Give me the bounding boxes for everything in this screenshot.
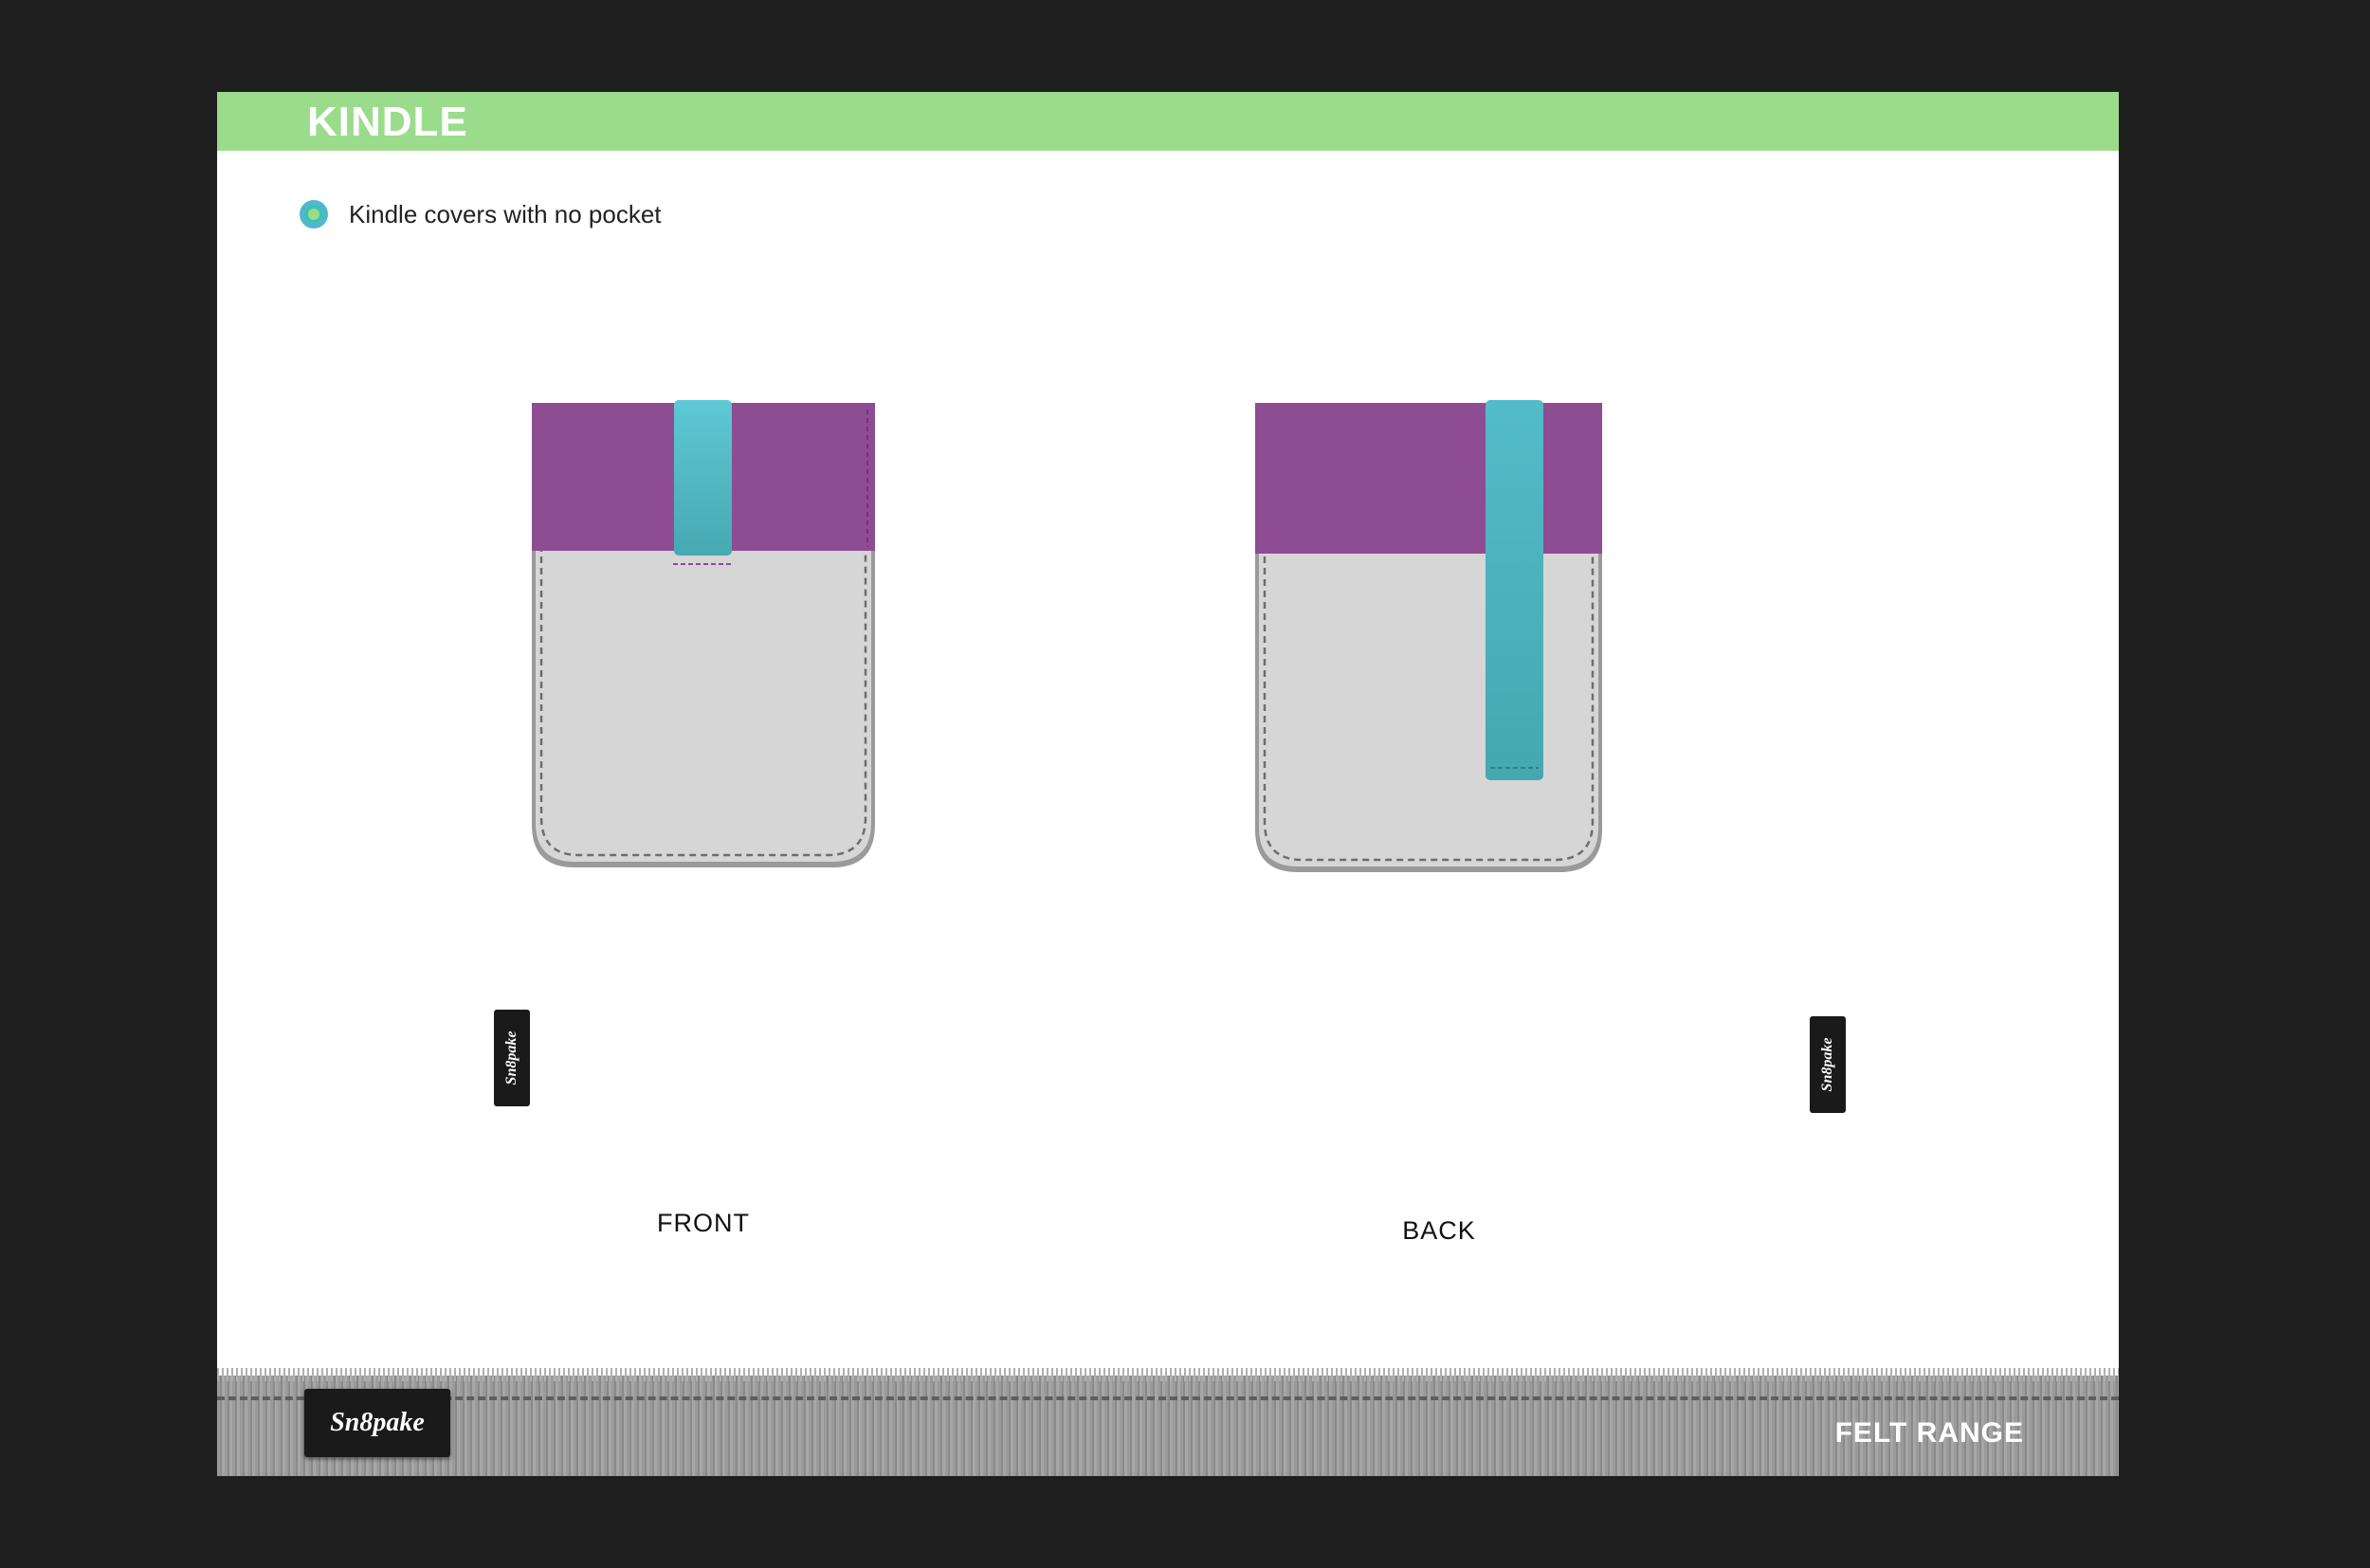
stitch-line [217, 1396, 2119, 1400]
back-sleeve-image [1253, 400, 1604, 874]
header-bar: KINDLE [217, 92, 2119, 151]
catalog-page: KINDLE Kindle covers with no pocket Sn8p… [217, 92, 2119, 1476]
bullet-dot-icon [300, 200, 328, 228]
range-label: FELT RANGE [1834, 1417, 2024, 1449]
page-title: KINDLE [307, 99, 468, 145]
back-caption: BACK [1402, 1216, 1476, 1245]
felt-fringe [217, 1368, 2119, 1381]
front-brand-tag: Sn8pake [494, 1010, 530, 1106]
back-brand-tag: Sn8pake [1810, 1016, 1846, 1113]
footer-felt-strip: Sn8pake FELT RANGE [217, 1368, 2119, 1476]
brand-logo: Sn8pake [304, 1389, 450, 1457]
front-caption: FRONT [657, 1209, 750, 1237]
front-sleeve-image [530, 400, 877, 869]
bullet-text: Kindle covers with no pocket [349, 200, 662, 228]
